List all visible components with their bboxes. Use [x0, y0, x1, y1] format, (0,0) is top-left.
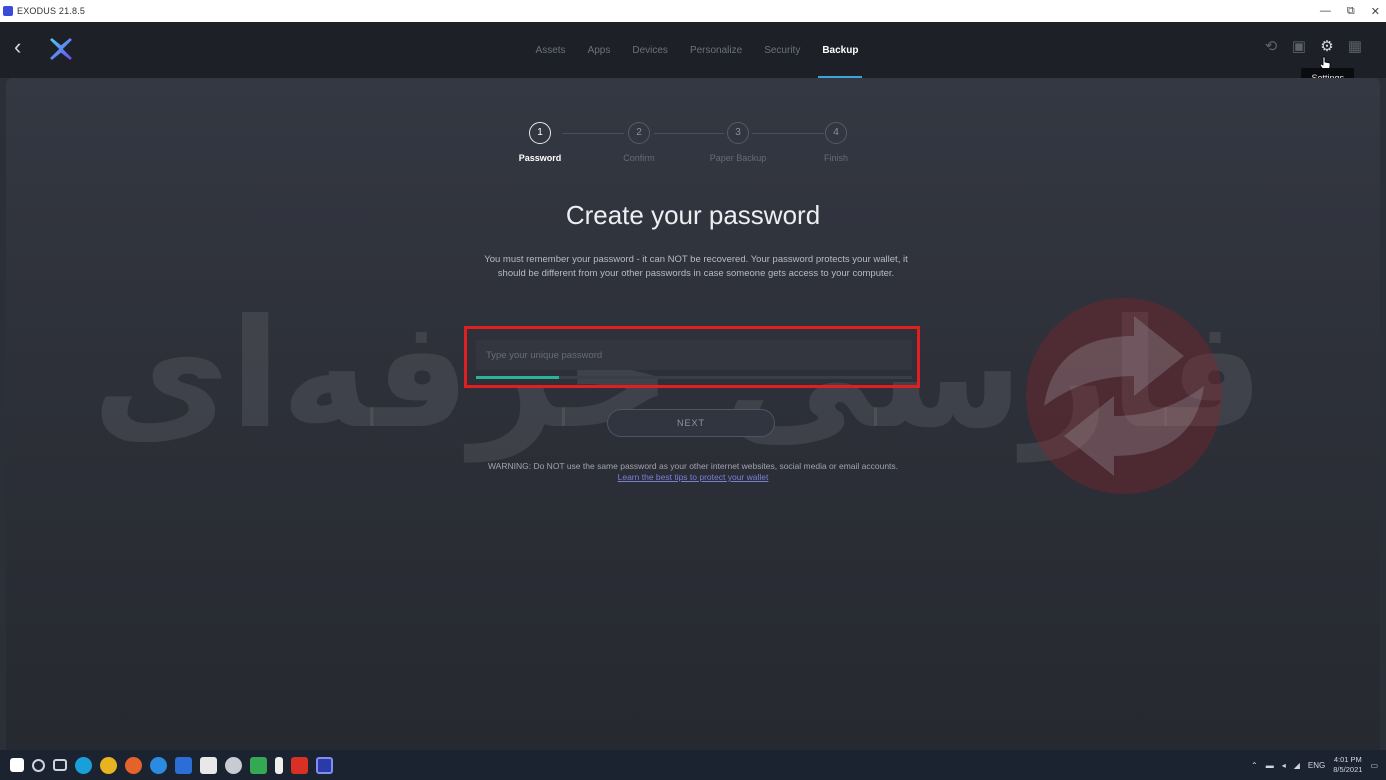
- store-icon[interactable]: [200, 756, 217, 774]
- clock-time: 4:01 PM: [1333, 755, 1362, 764]
- clock[interactable]: 4:01 PM 8/5/2021: [1333, 755, 1362, 775]
- exodus-taskbar-icon[interactable]: [316, 756, 333, 774]
- main-nav: Assets Apps Devices Personalize Security…: [0, 22, 1386, 78]
- chrome-icon[interactable]: [100, 756, 117, 774]
- exodus-app-icon: [3, 6, 13, 16]
- close-window-button[interactable]: ✕: [1371, 5, 1380, 18]
- battery-icon[interactable]: ▬: [1266, 761, 1274, 770]
- step-paper-backup: 3 Paper Backup: [698, 122, 778, 163]
- step-number: 2: [628, 122, 650, 144]
- gear-icon[interactable]: ⚙: [1318, 38, 1336, 56]
- step-label: Paper Backup: [709, 153, 767, 163]
- system-tray: ⌃ ▬ ◂ ◢ ENG 4:01 PM 8/5/2021 ▭: [1251, 750, 1378, 780]
- windows-start-icon[interactable]: [10, 758, 24, 772]
- task-view-icon[interactable]: [53, 759, 67, 771]
- tab-devices[interactable]: Devices: [632, 22, 668, 78]
- language-indicator[interactable]: ENG: [1308, 761, 1325, 770]
- backup-stepper: 1 Password 2 Confirm 3 Paper Backup 4 Fi…: [6, 122, 1380, 172]
- step-password: 1 Password: [500, 122, 580, 163]
- password-strength-fill: [476, 376, 559, 379]
- app-icon[interactable]: [291, 756, 308, 774]
- step-number: 4: [825, 122, 847, 144]
- speaker-icon[interactable]: ◂: [1282, 761, 1286, 770]
- step-finish: 4 Finish: [796, 122, 876, 163]
- grid-icon[interactable]: ▦: [1346, 38, 1364, 56]
- os-taskbar: ⌃ ▬ ◂ ◢ ENG 4:01 PM 8/5/2021 ▭: [0, 750, 1386, 780]
- tab-personalize[interactable]: Personalize: [690, 22, 742, 78]
- step-label: Password: [518, 153, 562, 163]
- password-input[interactable]: [476, 340, 912, 370]
- step-label: Finish: [823, 153, 848, 163]
- step-number: 1: [529, 122, 551, 144]
- history-icon[interactable]: ⟲: [1262, 38, 1280, 56]
- lock-icon[interactable]: ▣: [1290, 38, 1308, 56]
- next-button[interactable]: NEXT: [607, 409, 775, 437]
- password-description: You must remember your password - it can…: [484, 254, 908, 279]
- app-header: ‹ Assets Apps Devices Personalize Securi…: [0, 22, 1386, 78]
- step-number: 3: [727, 122, 749, 144]
- tab-apps[interactable]: Apps: [588, 22, 611, 78]
- tab-assets[interactable]: Assets: [536, 22, 566, 78]
- network-icon[interactable]: ◢: [1294, 761, 1300, 770]
- clock-date: 8/5/2021: [1333, 765, 1363, 774]
- learn-tips-link[interactable]: Learn the best tips to protect your wall…: [446, 472, 940, 482]
- chevron-up-icon[interactable]: ⌃: [1251, 761, 1258, 770]
- tab-backup[interactable]: Backup: [818, 22, 863, 78]
- step-confirm: 2 Confirm: [599, 122, 679, 163]
- tab-security[interactable]: Security: [764, 22, 800, 78]
- vscode-icon[interactable]: [175, 756, 192, 774]
- watermark-logo-icon: [1026, 298, 1222, 494]
- page-title: Create your password: [565, 200, 821, 230]
- telegram-icon[interactable]: [150, 756, 167, 774]
- backup-panel: فارسی حرفه‌ای 1 Password 2 Confirm 3 Pap…: [6, 78, 1380, 750]
- edge-icon[interactable]: [75, 756, 92, 774]
- notification-icon[interactable]: ▭: [1370, 761, 1378, 770]
- password-strength-bar: [476, 376, 912, 379]
- file-icon[interactable]: [275, 756, 283, 774]
- app-icon[interactable]: [225, 756, 242, 774]
- app-icon[interactable]: [250, 756, 267, 774]
- step-label: Confirm: [623, 153, 655, 163]
- firefox-icon[interactable]: [125, 756, 142, 774]
- minimize-button[interactable]: —: [1320, 5, 1331, 17]
- password-field-group: [476, 340, 912, 382]
- password-warning: WARNING: Do NOT use the same password as…: [487, 461, 899, 471]
- restore-button[interactable]: ⧉: [1347, 5, 1355, 18]
- search-icon[interactable]: [32, 758, 45, 772]
- window-title: EXODUS 21.8.5: [17, 6, 86, 16]
- window-titlebar: EXODUS 21.8.5 — ⧉ ✕: [0, 0, 1386, 22]
